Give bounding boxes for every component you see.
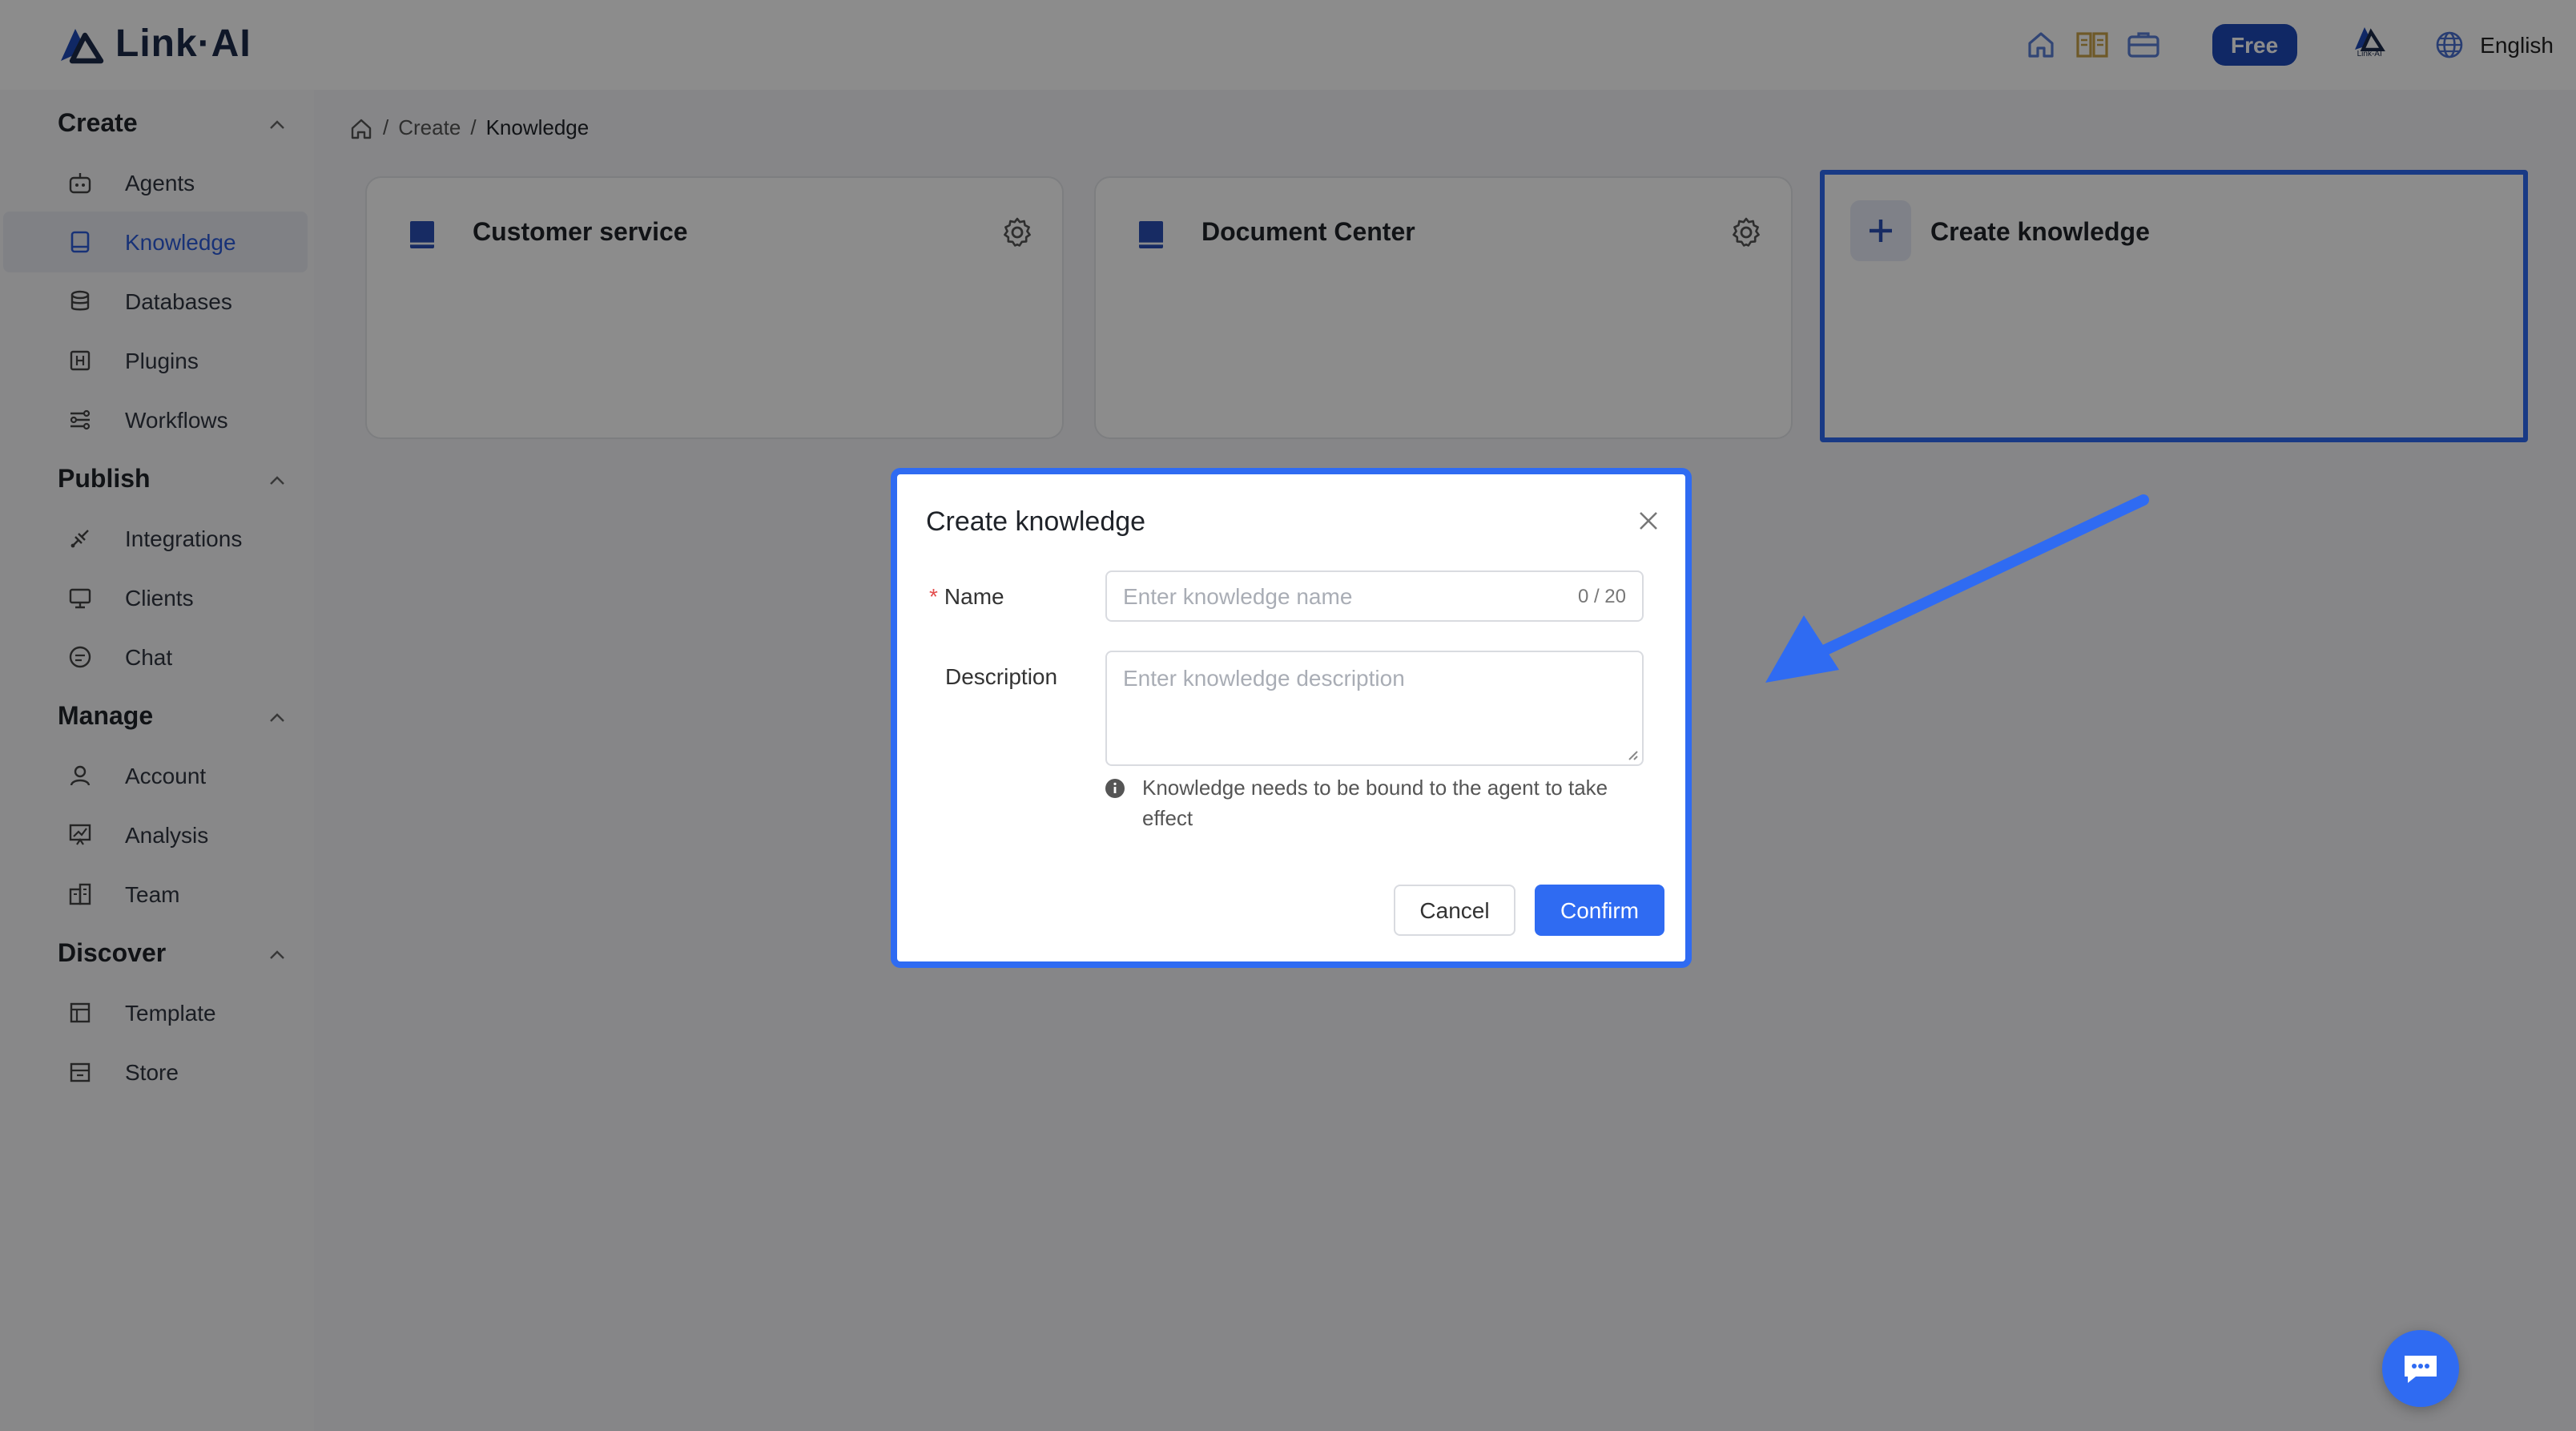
description-label: Description [945,663,1058,689]
info-icon [1105,779,1125,798]
binding-hint: Knowledge needs to be bound to the agent… [1105,772,1644,833]
name-input[interactable]: Enter knowledge name 0 / 20 [1105,570,1644,622]
close-icon[interactable] [1637,510,1660,532]
hint-text: Knowledge needs to be bound to the agent… [1142,776,1608,830]
annotation-arrow-icon [1765,494,2149,683]
name-label-text: Name [944,583,1004,609]
name-placeholder: Enter knowledge name [1123,583,1353,609]
resize-handle-icon[interactable] [1628,750,1639,761]
cancel-button[interactable]: Cancel [1394,885,1515,936]
name-char-counter: 0 / 20 [1577,585,1626,607]
description-placeholder: Enter knowledge description [1123,665,1405,691]
name-label: * Name [929,583,1004,609]
dialog-title: Create knowledge [926,506,1146,537]
confirm-button[interactable]: Confirm [1535,885,1664,936]
required-mark: * [929,583,938,609]
support-chat-button[interactable] [2382,1330,2459,1407]
chat-bubble-icon [2405,1356,2437,1383]
app-root: Link·AI Free Link-AI English Create Agen… [0,0,2576,1431]
description-textarea[interactable]: Enter knowledge description [1105,651,1644,766]
create-knowledge-dialog: Create knowledge * Name Enter knowledge n… [891,468,1692,968]
